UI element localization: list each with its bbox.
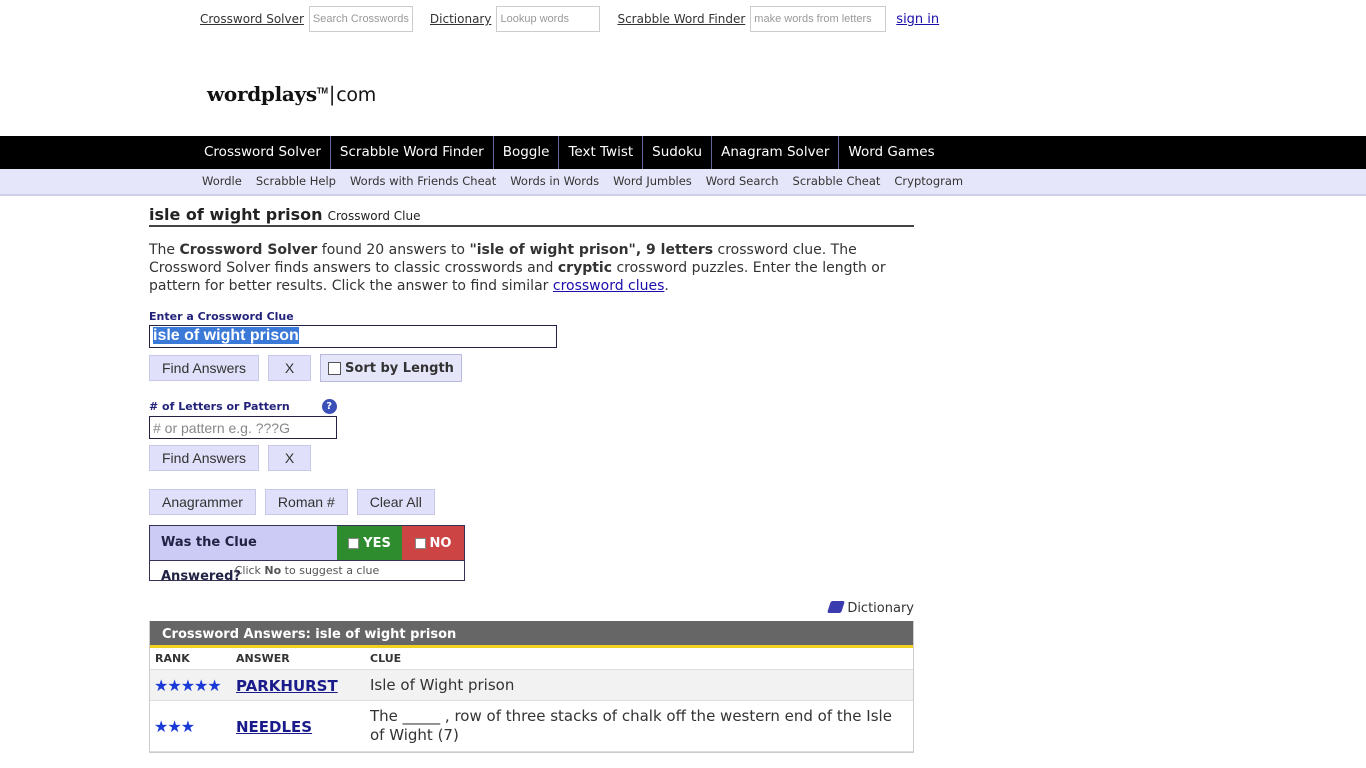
hint-bold: No xyxy=(264,564,282,577)
clear-pattern-button[interactable]: X xyxy=(268,445,312,471)
clue-answered-question: Was the Clue Answered? xyxy=(150,526,337,584)
sub-nav-words-with-friends-cheat[interactable]: Words with Friends Cheat xyxy=(343,169,503,194)
yes-button[interactable]: YES xyxy=(337,526,402,560)
intro-bold: cryptic xyxy=(557,260,612,276)
main-nav-scrabble-word-finder[interactable]: Scrabble Word Finder xyxy=(331,136,494,169)
yes-label: YES xyxy=(363,535,391,551)
yes-checkbox[interactable] xyxy=(348,537,360,549)
logo-separator: | xyxy=(328,82,336,106)
page-title-clue: isle of wight prison xyxy=(149,205,323,224)
rank-stars-icon: ★★★ xyxy=(154,716,195,736)
intro-text: found 20 answers to xyxy=(317,242,470,258)
no-label: NO xyxy=(429,535,452,551)
clue-input[interactable]: isle of wight prison xyxy=(149,325,557,348)
intro-paragraph: The Crossword Solver found 20 answers to… xyxy=(149,241,914,295)
main-nav-text-twist[interactable]: Text Twist xyxy=(559,136,644,169)
main-nav-word-games[interactable]: Word Games xyxy=(839,136,943,169)
column-clue: CLUE xyxy=(370,652,402,665)
logo-trademark: TM xyxy=(316,86,328,96)
pattern-label-row: # of Letters or Pattern ? xyxy=(149,399,914,414)
page-title-subtitle: Crossword Clue xyxy=(327,209,421,223)
sign-in-link[interactable]: sign in xyxy=(896,12,939,27)
pattern-input[interactable] xyxy=(149,416,337,439)
answer-clue: The _____ , row of three stacks of chalk… xyxy=(370,707,892,744)
hint-text: to suggest a clue xyxy=(281,564,380,577)
sub-nav-word-jumbles[interactable]: Word Jumbles xyxy=(606,169,699,194)
answers-table-header: Crossword Answers: isle of wight prison xyxy=(150,621,913,648)
sort-label: Sort by Length xyxy=(345,360,454,376)
logo-tld: com xyxy=(336,84,376,106)
crossword-search-input[interactable] xyxy=(308,6,413,32)
site-logo[interactable]: wordplaysTM|com xyxy=(207,82,376,106)
book-icon xyxy=(827,601,846,613)
main-content: isle of wight prison Crossword Clue The … xyxy=(149,205,914,753)
sub-nav: Wordle Scrabble Help Words with Friends … xyxy=(0,169,1366,196)
roman-numeral-button[interactable]: Roman # xyxy=(264,489,348,515)
anagrammer-button[interactable]: Anagrammer xyxy=(149,489,256,515)
intro-bold: Crossword Solver xyxy=(179,242,318,258)
page-title: isle of wight prison Crossword Clue xyxy=(149,205,914,227)
answer-link[interactable]: NEEDLES xyxy=(236,718,312,736)
sub-nav-words-in-words[interactable]: Words in Words xyxy=(503,169,606,194)
sort-by-length-toggle[interactable]: Sort by Length xyxy=(320,354,462,382)
answer-link[interactable]: PARKHURST xyxy=(236,677,338,695)
dictionary-lookup-input[interactable] xyxy=(496,6,601,32)
main-nav: Crossword Solver Scrabble Word Finder Bo… xyxy=(0,136,1366,169)
logo-name: wordplays xyxy=(207,82,317,106)
main-nav-boggle[interactable]: Boggle xyxy=(494,136,560,169)
no-checkbox[interactable] xyxy=(414,537,426,549)
sub-nav-cryptogram[interactable]: Cryptogram xyxy=(887,169,970,194)
main-nav-crossword-solver[interactable]: Crossword Solver xyxy=(195,136,331,169)
answers-column-headers: RANK ANSWER CLUE xyxy=(150,648,913,670)
crossword-solver-link[interactable]: Crossword Solver xyxy=(200,12,304,26)
rank-stars-icon: ★★★★★ xyxy=(154,675,222,695)
table-row: ★★★ NEEDLES The _____ , row of three sta… xyxy=(150,701,913,752)
help-icon[interactable]: ? xyxy=(321,399,337,414)
tools-row: Anagrammer Roman # Clear All xyxy=(149,489,914,515)
main-nav-anagram-solver[interactable]: Anagram Solver xyxy=(712,136,840,169)
dictionary-link[interactable]: Dictionary xyxy=(430,12,492,26)
find-answers-button[interactable]: Find Answers xyxy=(149,355,260,381)
sub-nav-word-search[interactable]: Word Search xyxy=(699,169,786,194)
find-answers-pattern-button[interactable]: Find Answers xyxy=(149,445,260,471)
top-utility-bar: Crossword Solver Dictionary Scrabble Wor… xyxy=(200,6,944,32)
sub-nav-scrabble-help[interactable]: Scrabble Help xyxy=(249,169,343,194)
main-nav-sudoku[interactable]: Sudoku xyxy=(643,136,713,169)
crossword-clues-link[interactable]: crossword clues xyxy=(553,278,665,294)
answer-clue: Isle of Wight prison xyxy=(370,675,515,694)
intro-text: . xyxy=(664,278,669,294)
clue-answered-box: Was the Clue Answered? YES NO Click No t… xyxy=(149,525,465,584)
column-answer: ANSWER xyxy=(236,652,290,665)
pattern-button-row: Find Answers X xyxy=(149,445,914,471)
intro-bold: "isle of wight prison", 9 letters xyxy=(469,242,714,258)
table-row: ★★★★★ PARKHURST Isle of Wight prison xyxy=(150,670,913,701)
pattern-input-label: # of Letters or Pattern xyxy=(149,400,290,413)
hint-text: Click xyxy=(234,564,265,577)
no-button[interactable]: NO xyxy=(402,526,464,560)
scrabble-word-finder-link[interactable]: Scrabble Word Finder xyxy=(617,12,745,26)
column-rank: RANK xyxy=(155,652,190,665)
scrabble-letters-input[interactable] xyxy=(750,6,887,32)
clear-all-button[interactable]: Clear All xyxy=(356,489,435,515)
sub-nav-scrabble-cheat[interactable]: Scrabble Cheat xyxy=(786,169,888,194)
dictionary-toggle-label: Dictionary xyxy=(847,601,914,616)
clue-input-label: Enter a Crossword Clue xyxy=(149,310,294,323)
sub-nav-wordle[interactable]: Wordle xyxy=(195,169,249,194)
clue-button-row: Find Answers X Sort by Length xyxy=(149,354,914,382)
sort-checkbox[interactable] xyxy=(328,361,342,375)
answers-table: Crossword Answers: isle of wight prison … xyxy=(149,621,914,753)
dictionary-toggle[interactable]: Dictionary xyxy=(149,601,914,616)
clue-input-value: isle of wight prison xyxy=(153,327,299,344)
intro-text: The xyxy=(149,242,180,258)
clear-clue-button[interactable]: X xyxy=(268,355,312,381)
